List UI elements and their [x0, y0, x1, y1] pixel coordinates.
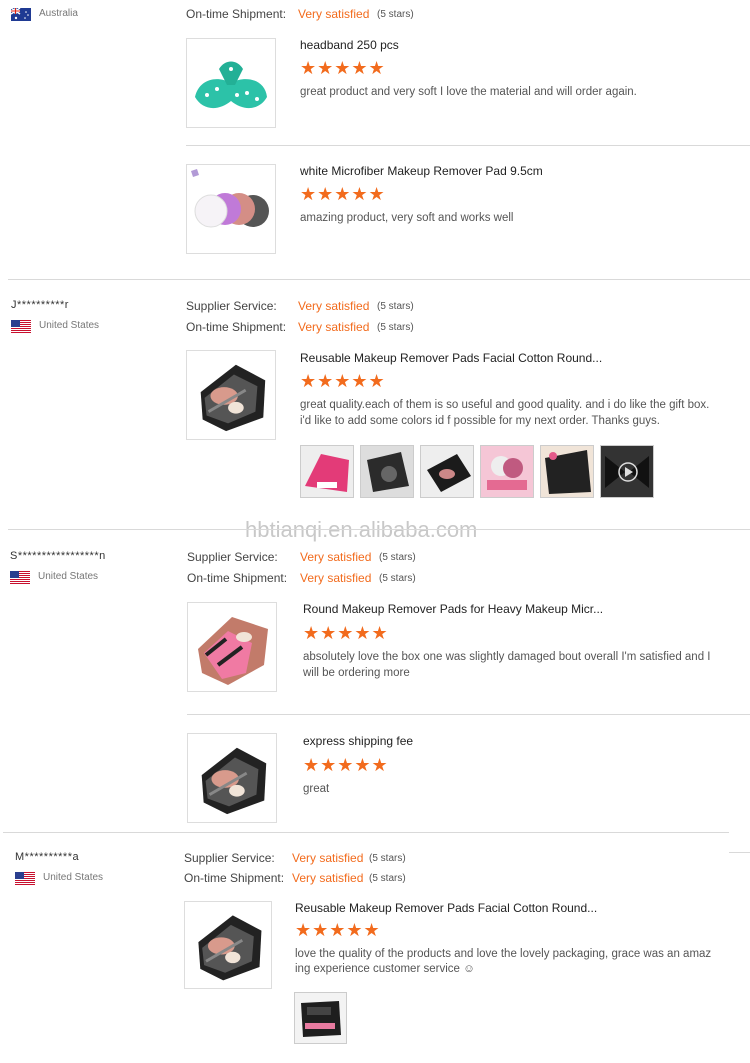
star-rating: ★★★★★: [303, 755, 389, 775]
ontime-shipment-value: Very satisfied: [298, 7, 370, 21]
star-rating: ★★★★★: [295, 920, 381, 940]
supplier-service-value: Very satisfied: [292, 851, 364, 865]
flag-us-icon: [10, 571, 30, 584]
flag-au-icon: [11, 8, 31, 21]
country-label: United States: [38, 571, 99, 582]
review-photo[interactable]: [420, 445, 474, 498]
product-title[interactable]: Reusable Makeup Remover Pads Facial Cott…: [300, 351, 602, 365]
reviewer-name: J**********r: [11, 299, 69, 311]
supplier-service-value: Very satisfied: [298, 299, 370, 313]
country-label: United States: [39, 320, 100, 331]
review-text-line1: love the quality of the products and lov…: [295, 948, 712, 960]
product-thumbnail-headband[interactable]: [186, 38, 276, 128]
supplier-service-stars: (5 stars): [369, 853, 406, 864]
reviewer-name: M**********a: [15, 851, 80, 863]
ontime-shipment-stars: (5 stars): [377, 9, 414, 20]
country-label: United States: [43, 872, 104, 883]
product-title[interactable]: Reusable Makeup Remover Pads Facial Cott…: [295, 901, 597, 915]
supplier-service-stars: (5 stars): [377, 301, 414, 312]
flag-us-icon: [15, 872, 35, 885]
supplier-service-stars: (5 stars): [379, 552, 416, 563]
supplier-service-label: Supplier Service:: [184, 851, 275, 865]
review-text-line2: ing experience customer service ☺: [295, 963, 475, 975]
product-thumbnail-microfiber-pad[interactable]: [186, 164, 276, 254]
ontime-shipment-label: On-time Shipment:: [186, 320, 287, 334]
product-title[interactable]: express shipping fee: [303, 734, 413, 748]
product-thumbnail-makeup-pads[interactable]: [186, 350, 276, 440]
ontime-shipment-label: On-time Shipment:: [186, 7, 287, 21]
review-photo[interactable]: [540, 445, 594, 498]
product-title[interactable]: white Microfiber Makeup Remover Pad 9.5c…: [300, 164, 543, 178]
ontime-shipment-label: On-time Shipment:: [187, 571, 288, 585]
ontime-shipment-stars: (5 stars): [377, 322, 414, 333]
review-photo[interactable]: [294, 992, 347, 1044]
divider: [729, 852, 750, 853]
reviewer-name: S*****************n: [10, 550, 106, 562]
star-rating: ★★★★★: [300, 371, 386, 391]
product-thumbnail-round-pads[interactable]: [187, 602, 277, 692]
ontime-shipment-value: Very satisfied: [300, 571, 372, 585]
review-text-line2: will be ordering more: [303, 667, 410, 679]
star-rating: ★★★★★: [300, 58, 386, 78]
product-title[interactable]: headband 250 pcs: [300, 38, 399, 52]
country-label: Australia: [39, 8, 78, 19]
divider: [187, 714, 750, 715]
flag-us-icon: [11, 320, 31, 333]
review-video[interactable]: [600, 445, 654, 498]
star-rating: ★★★★★: [300, 184, 386, 204]
review-text-line1: great quality.each of them is so useful …: [300, 399, 710, 411]
review-photo[interactable]: [300, 445, 354, 498]
supplier-service-label: Supplier Service:: [187, 550, 278, 564]
divider: [8, 279, 750, 280]
supplier-service-value: Very satisfied: [300, 550, 372, 564]
review-text-line2: i'd like to add some colors id f possibl…: [300, 415, 660, 427]
product-thumbnail-shipping[interactable]: [187, 733, 277, 823]
supplier-service-label: Supplier Service:: [186, 299, 277, 313]
divider: [3, 832, 729, 833]
product-thumbnail-makeup-pads[interactable]: [184, 901, 272, 989]
review-text-line1: absolutely love the box one was slightly…: [303, 651, 711, 663]
review-text: amazing product, very soft and works wel…: [300, 212, 514, 224]
divider: [8, 529, 750, 530]
divider: [186, 145, 750, 146]
review-photo[interactable]: [480, 445, 534, 498]
product-title[interactable]: Round Makeup Remover Pads for Heavy Make…: [303, 602, 603, 616]
ontime-shipment-value: Very satisfied: [298, 320, 370, 334]
review-text: great product and very soft I love the m…: [300, 86, 637, 98]
review-text: great: [303, 783, 330, 795]
star-rating: ★★★★★: [303, 623, 389, 643]
ontime-shipment-stars: (5 stars): [379, 573, 416, 584]
ontime-shipment-label: On-time Shipment:: [184, 871, 285, 885]
ontime-shipment-stars: (5 stars): [369, 873, 406, 884]
ontime-shipment-value: Very satisfied: [292, 871, 364, 885]
watermark: hbtianqi.en.alibaba.com: [245, 517, 478, 542]
review-photo[interactable]: [360, 445, 414, 498]
